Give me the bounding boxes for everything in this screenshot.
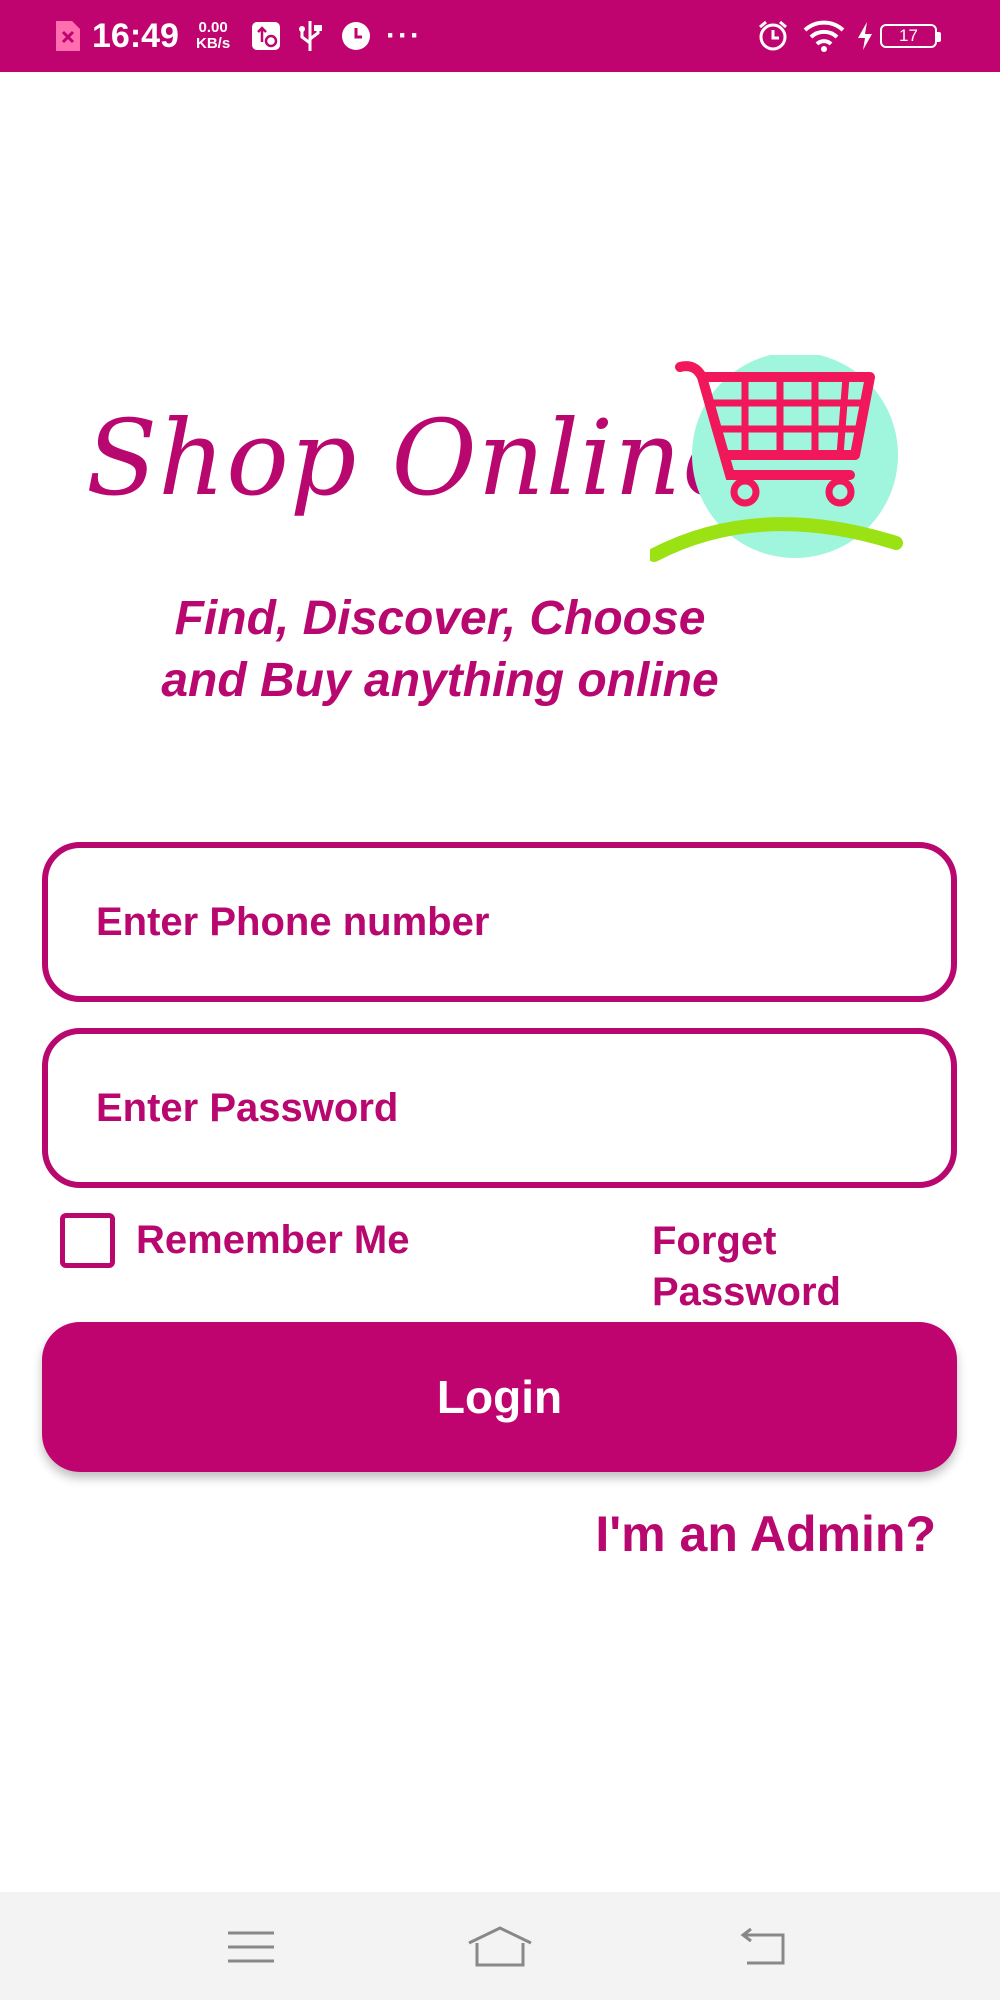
tagline: Find, Discover, Choose and Buy anything … <box>110 588 770 712</box>
alarm-icon <box>756 0 790 72</box>
menu-icon[interactable] <box>211 1912 291 1982</box>
network-speed-value: 0.00 <box>198 19 228 36</box>
charging-icon <box>856 0 874 72</box>
battery-level: 17 <box>899 26 918 45</box>
back-icon[interactable] <box>722 1912 802 1982</box>
login-button[interactable]: Login <box>42 1322 957 1472</box>
phone-input-container <box>42 842 957 1002</box>
shop-online-logo: Shop Online <box>70 355 930 575</box>
phone-number-input[interactable] <box>48 848 951 996</box>
forget-password-link[interactable]: Forget Password <box>652 1216 912 1318</box>
overflow-icon: ··· <box>386 19 422 52</box>
password-input[interactable] <box>48 1034 951 1182</box>
network-speed-unit: KB/s <box>196 35 231 52</box>
forget-password-line-2: Password <box>652 1270 841 1314</box>
remember-me-label[interactable]: Remember Me <box>136 1218 409 1263</box>
alarm-icon <box>340 0 372 72</box>
home-icon[interactable] <box>460 1912 540 1982</box>
navigation-bar <box>0 1892 1000 2000</box>
password-input-container <box>42 1028 957 1188</box>
status-bar: 16:49 0.00 KB/s ··· 17 <box>0 0 1000 72</box>
remember-me-checkbox[interactable] <box>60 1213 115 1268</box>
wifi-icon <box>802 0 846 72</box>
admin-login-link[interactable]: I'm an Admin? <box>595 1505 936 1563</box>
tagline-line-2: and Buy anything online <box>161 654 719 707</box>
usb-icon <box>296 0 324 72</box>
logo-text: Shop Online <box>86 397 745 519</box>
shopping-cart-icon <box>650 355 903 562</box>
sim-error-icon <box>54 0 82 72</box>
usb-settings-icon <box>250 0 282 72</box>
battery-icon: 17 <box>880 24 941 48</box>
forget-password-line-1: Forget <box>652 1219 777 1263</box>
tagline-line-1: Find, Discover, Choose <box>174 592 706 645</box>
status-time: 16:49 <box>92 16 179 55</box>
network-speed: 0.00 KB/s <box>196 0 230 72</box>
